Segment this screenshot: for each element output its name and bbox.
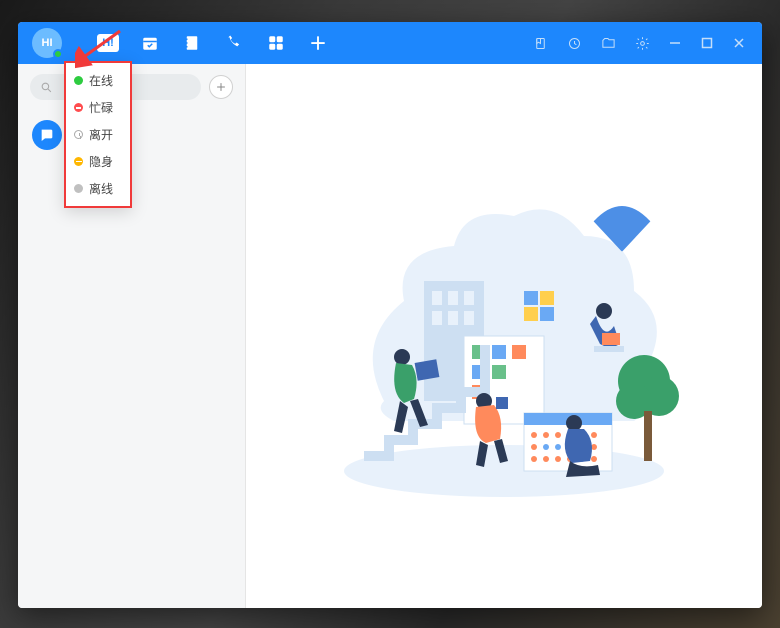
busy-icon bbox=[74, 103, 83, 112]
hi-badge: H! bbox=[97, 34, 119, 52]
titlebar: HI H! bbox=[18, 22, 762, 64]
titlebar-right bbox=[524, 22, 754, 64]
phone-icon bbox=[225, 34, 243, 52]
history-icon bbox=[567, 36, 582, 51]
status-online[interactable]: 在线 bbox=[66, 67, 130, 94]
tab-add[interactable] bbox=[298, 22, 338, 64]
app-window: HI H! bbox=[18, 22, 762, 608]
close-icon bbox=[733, 37, 745, 49]
minimize-icon bbox=[669, 37, 681, 49]
window-maximize[interactable] bbox=[692, 22, 722, 64]
avatar-text: HI bbox=[42, 37, 53, 49]
search-icon bbox=[40, 81, 53, 94]
grid-icon bbox=[267, 34, 285, 52]
tab-chat[interactable]: H! bbox=[88, 22, 128, 64]
status-label: 离线 bbox=[89, 180, 113, 197]
status-label: 离开 bbox=[89, 126, 113, 143]
gear-icon bbox=[635, 36, 650, 51]
status-label: 隐身 bbox=[89, 153, 113, 170]
assistant-icon bbox=[32, 120, 62, 150]
tab-notes[interactable] bbox=[172, 22, 212, 64]
status-busy[interactable]: 忙碌 bbox=[66, 94, 130, 121]
empty-illustration bbox=[324, 161, 684, 511]
folder-icon bbox=[601, 36, 616, 51]
calendar-icon bbox=[141, 34, 159, 52]
status-offline[interactable]: 离线 bbox=[66, 175, 130, 202]
avatar[interactable]: HI bbox=[32, 28, 62, 58]
status-invisible[interactable]: 隐身 bbox=[66, 148, 130, 175]
status-label: 在线 bbox=[89, 72, 113, 89]
window-minimize[interactable] bbox=[660, 22, 690, 64]
action-history[interactable] bbox=[558, 22, 590, 64]
window-close[interactable] bbox=[724, 22, 754, 64]
bookmark-icon bbox=[533, 36, 548, 51]
status-dot bbox=[53, 49, 63, 59]
tab-calls[interactable] bbox=[214, 22, 254, 64]
tab-apps[interactable] bbox=[256, 22, 296, 64]
tab-calendar[interactable] bbox=[130, 22, 170, 64]
action-pin[interactable] bbox=[524, 22, 556, 64]
action-settings[interactable] bbox=[626, 22, 658, 64]
notes-icon bbox=[183, 34, 201, 52]
action-folder[interactable] bbox=[592, 22, 624, 64]
status-menu: 在线 忙碌 离开 隐身 离线 bbox=[64, 61, 132, 208]
online-icon bbox=[74, 76, 83, 85]
status-label: 忙碌 bbox=[89, 99, 113, 116]
plus-small-icon bbox=[215, 81, 227, 93]
content-empty bbox=[246, 64, 762, 608]
plus-icon bbox=[309, 34, 327, 52]
invisible-icon bbox=[74, 157, 83, 166]
status-away[interactable]: 离开 bbox=[66, 121, 130, 148]
offline-icon bbox=[74, 184, 83, 193]
maximize-icon bbox=[701, 37, 713, 49]
away-icon bbox=[74, 130, 83, 139]
add-contact-button[interactable] bbox=[209, 75, 233, 99]
sidebar: 手 bbox=[18, 64, 246, 608]
